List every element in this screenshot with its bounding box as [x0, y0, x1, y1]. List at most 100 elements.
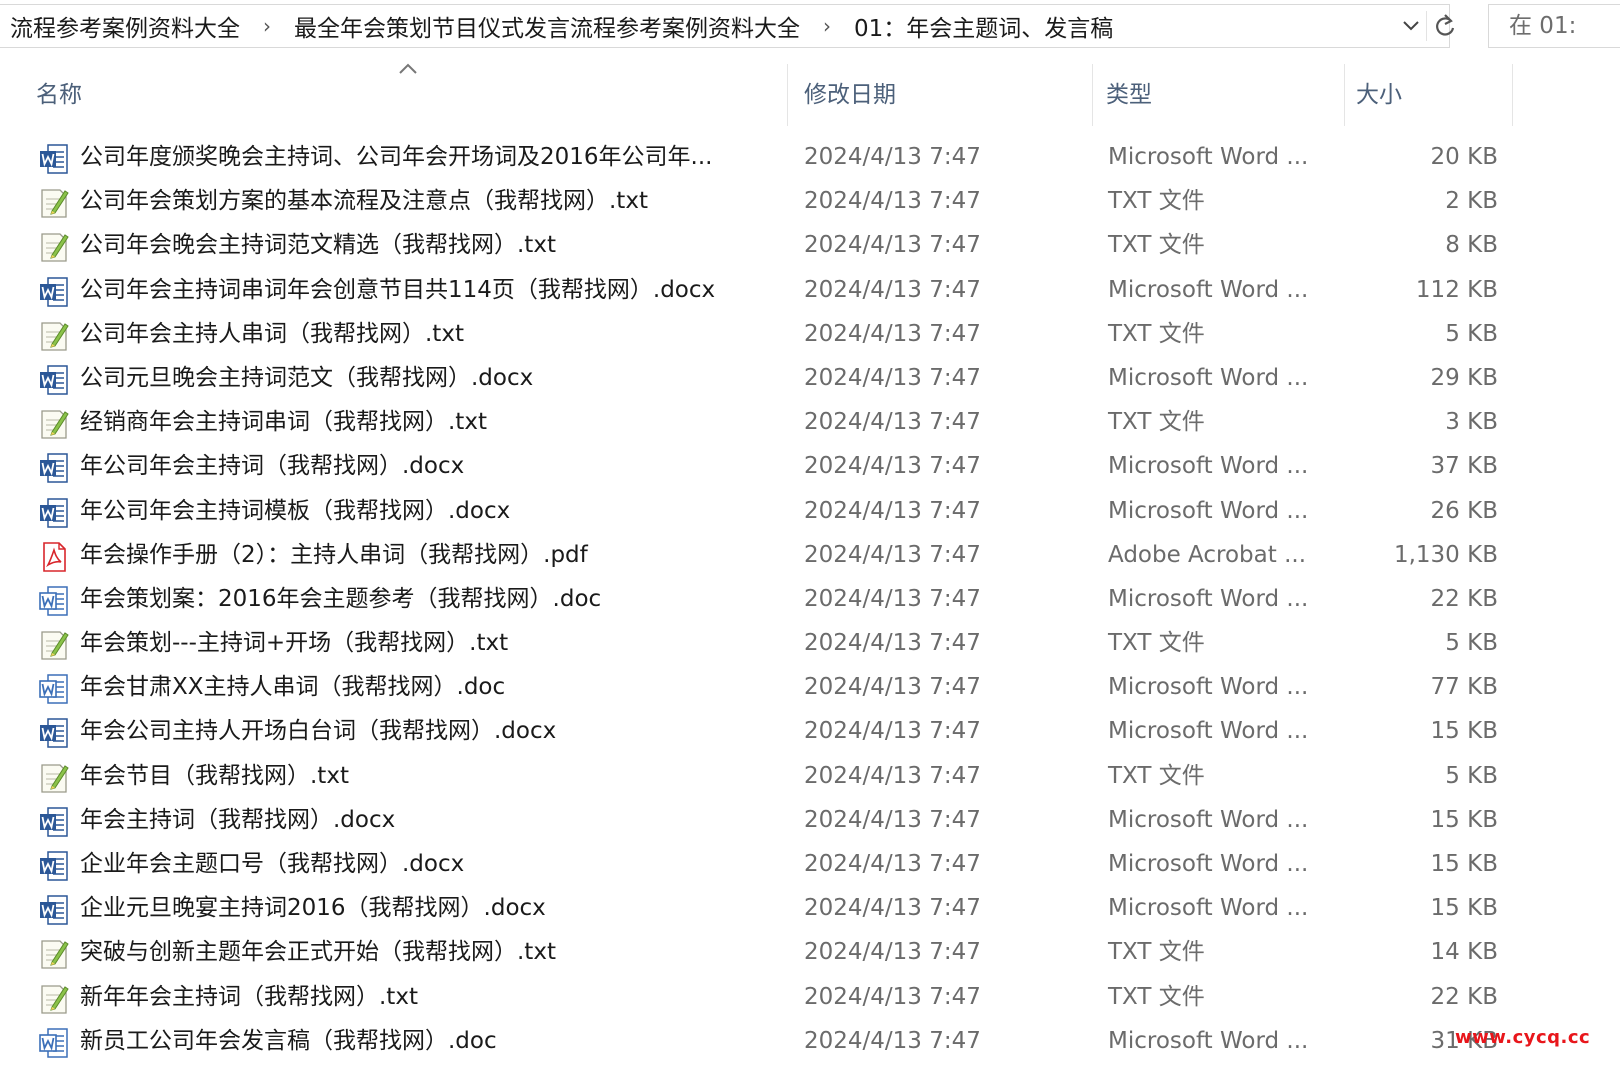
file-row[interactable]: 突破与创新主题年会正式开始（我帮找网）.txt 2024/4/13 7:47 TXT…	[0, 930, 1620, 974]
column-divider[interactable]	[1092, 64, 1093, 126]
text-file-icon	[38, 320, 70, 352]
file-row[interactable]: 企业年会主题口号（我帮找网）.docx 2024/4/13 7:47 Microso…	[0, 842, 1620, 886]
file-name[interactable]: 年会策划案：2016年会主题参考（我帮找网）.doc	[80, 577, 770, 621]
word-document-icon	[38, 850, 70, 882]
file-name[interactable]: 公司年会主持人串词（我帮找网）.txt	[80, 312, 770, 356]
file-row[interactable]: 公司元旦晚会主持词范文（我帮找网）.docx 2024/4/13 7:47 Micr…	[0, 356, 1620, 400]
column-divider[interactable]	[787, 64, 788, 126]
file-name[interactable]: 企业元旦晚宴主持词2016（我帮找网）.docx	[80, 886, 770, 930]
file-row[interactable]: 年会节目（我帮找网）.txt 2024/4/13 7:47 TXT 文件 5 KB	[0, 754, 1620, 798]
breadcrumb-item[interactable]: 流程参考案例资料大全	[6, 9, 244, 43]
file-modified-date: 2024/4/13 7:47	[804, 718, 981, 745]
breadcrumb: 流程参考案例资料大全 › 最全年会策划节目仪式发言流程参考案例资料大全 › 01…	[6, 5, 1117, 47]
column-divider[interactable]	[1512, 64, 1513, 126]
address-bar[interactable]: 流程参考案例资料大全 › 最全年会策划节目仪式发言流程参考案例资料大全 › 01…	[0, 4, 1455, 48]
file-modified-date: 2024/4/13 7:47	[804, 762, 981, 789]
breadcrumb-item[interactable]: 最全年会策划节目仪式发言流程参考案例资料大全	[290, 9, 804, 43]
file-row[interactable]: 企业元旦晚宴主持词2016（我帮找网）.docx 2024/4/13 7:47 Mi…	[0, 886, 1620, 930]
file-type: Microsoft Word ...	[1108, 851, 1309, 877]
chevron-right-icon[interactable]: ›	[804, 14, 850, 38]
file-name[interactable]: 新年年会主持词（我帮找网）.txt	[80, 975, 770, 1019]
file-type: TXT 文件	[1108, 762, 1205, 789]
file-row[interactable]: 公司年会晚会主持词范文精选（我帮找网）.txt 2024/4/13 7:47 TXT…	[0, 223, 1620, 267]
file-row[interactable]: 新员工公司年会发言稿（我帮找网）.doc 2024/4/13 7:47 Micros…	[0, 1019, 1620, 1063]
pdf-file-icon	[38, 541, 70, 573]
file-row[interactable]: 年会操作手册（2）：主持人串词（我帮找网）.pdf 2024/4/13 7:47 A…	[0, 533, 1620, 577]
file-name[interactable]: 年会节目（我帮找网）.txt	[80, 754, 770, 798]
file-name[interactable]: 公司元旦晚会主持词范文（我帮找网）.docx	[80, 356, 770, 400]
refresh-button[interactable]	[1428, 9, 1462, 43]
file-row[interactable]: 经销商年会主持词串词（我帮找网）.txt 2024/4/13 7:47 TXT 文件…	[0, 400, 1620, 444]
file-size: 15 KB	[1430, 851, 1498, 877]
column-header-size[interactable]: 大小	[1356, 64, 1402, 126]
word-document-icon	[38, 894, 70, 926]
file-name[interactable]: 经销商年会主持词串词（我帮找网）.txt	[80, 400, 770, 444]
column-header: 名称 修改日期 类型 大小	[0, 64, 1620, 126]
breadcrumb-item[interactable]: 01：年会主题词、发言稿	[850, 9, 1117, 43]
file-row[interactable]: 年公司年会主持词模板（我帮找网）.docx 2024/4/13 7:47 Micro…	[0, 489, 1620, 533]
text-file-icon	[38, 762, 70, 794]
text-file-icon	[38, 231, 70, 263]
text-file-icon	[38, 938, 70, 970]
file-modified-date: 2024/4/13 7:47	[804, 674, 981, 701]
file-name[interactable]: 公司年会主持词串词年会创意节目共114页（我帮找网）.docx	[80, 268, 770, 312]
word-document-icon	[38, 452, 70, 484]
file-name[interactable]: 公司年会晚会主持词范文精选（我帮找网）.txt	[80, 223, 770, 267]
file-type: TXT 文件	[1108, 320, 1205, 347]
column-header-type[interactable]: 类型	[1106, 64, 1152, 126]
column-header-modified[interactable]: 修改日期	[804, 64, 896, 126]
file-size: 26 KB	[1430, 497, 1498, 524]
text-file-icon	[38, 983, 70, 1015]
file-name[interactable]: 年会主持词（我帮找网）.docx	[80, 798, 770, 842]
file-size: 5 KB	[1445, 320, 1498, 347]
file-type: Microsoft Word ...	[1108, 718, 1309, 745]
address-history-dropdown[interactable]	[1398, 11, 1424, 41]
file-size: 8 KB	[1445, 232, 1498, 259]
file-type: Microsoft Word ...	[1108, 364, 1309, 391]
text-file-icon	[38, 408, 70, 440]
file-row[interactable]: 年公司年会主持词（我帮找网）.docx 2024/4/13 7:47 Microso…	[0, 444, 1620, 488]
file-modified-date: 2024/4/13 7:47	[804, 895, 981, 922]
file-name[interactable]: 年公司年会主持词（我帮找网）.docx	[80, 444, 770, 488]
file-type: TXT 文件	[1108, 630, 1205, 657]
file-modified-date: 2024/4/13 7:47	[804, 276, 981, 303]
column-divider[interactable]	[1344, 64, 1345, 126]
file-row[interactable]: 年会甘肃XX主持人串词（我帮找网）.doc 2024/4/13 7:47 Micro…	[0, 665, 1620, 709]
file-modified-date: 2024/4/13 7:47	[804, 630, 981, 657]
file-row[interactable]: 新年年会主持词（我帮找网）.txt 2024/4/13 7:47 TXT 文件 22 …	[0, 975, 1620, 1019]
file-name[interactable]: 年会甘肃XX主持人串词（我帮找网）.doc	[80, 665, 770, 709]
search-input[interactable]: 在 01:	[1488, 4, 1620, 48]
file-name[interactable]: 新员工公司年会发言稿（我帮找网）.doc	[80, 1019, 770, 1063]
file-name[interactable]: 企业年会主题口号（我帮找网）.docx	[80, 842, 770, 886]
file-size: 112 KB	[1415, 276, 1498, 303]
file-type: TXT 文件	[1108, 409, 1205, 436]
file-name[interactable]: 突破与创新主题年会正式开始（我帮找网）.txt	[80, 930, 770, 974]
file-name[interactable]: 年会公司主持人开场白台词（我帮找网）.docx	[80, 709, 770, 753]
file-modified-date: 2024/4/13 7:47	[804, 320, 981, 347]
text-file-icon	[38, 629, 70, 661]
file-row[interactable]: 公司年会策划方案的基本流程及注意点（我帮找网）.txt 2024/4/13 7:4…	[0, 179, 1620, 223]
chevron-right-icon[interactable]: ›	[244, 14, 290, 38]
file-name[interactable]: 公司年度颁奖晚会主持词、公司年会开场词及2016年公司年...	[80, 135, 770, 179]
file-name[interactable]: 年会策划---主持词+开场（我帮找网）.txt	[80, 621, 770, 665]
file-type: Microsoft Word ...	[1108, 497, 1309, 524]
file-row[interactable]: 年会主持词（我帮找网）.docx 2024/4/13 7:47 Microsoft …	[0, 798, 1620, 842]
file-row[interactable]: 公司年会主持人串词（我帮找网）.txt 2024/4/13 7:47 TXT 文件 5…	[0, 312, 1620, 356]
file-name[interactable]: 年公司年会主持词模板（我帮找网）.docx	[80, 489, 770, 533]
file-row[interactable]: 年会策划案：2016年会主题参考（我帮找网）.doc 2024/4/13 7:47…	[0, 577, 1620, 621]
column-header-name[interactable]: 名称	[36, 64, 82, 126]
file-row[interactable]: 年会公司主持人开场白台词（我帮找网）.docx 2024/4/13 7:47 Mic…	[0, 709, 1620, 753]
file-type: TXT 文件	[1108, 983, 1205, 1010]
file-row[interactable]: 公司年会主持词串词年会创意节目共114页（我帮找网）.docx 2024/4/13…	[0, 268, 1620, 312]
file-modified-date: 2024/4/13 7:47	[804, 983, 981, 1010]
file-size: 22 KB	[1430, 983, 1498, 1010]
file-row[interactable]: 年会策划---主持词+开场（我帮找网）.txt 2024/4/13 7:47 TXT…	[0, 621, 1620, 665]
file-modified-date: 2024/4/13 7:47	[804, 851, 981, 877]
file-row[interactable]: 公司年度颁奖晚会主持词、公司年会开场词及2016年公司年... 2024/4/13…	[0, 135, 1620, 179]
file-name[interactable]: 年会操作手册（2）：主持人串词（我帮找网）.pdf	[80, 533, 770, 577]
file-name[interactable]: 公司年会策划方案的基本流程及注意点（我帮找网）.txt	[80, 179, 770, 223]
file-modified-date: 2024/4/13 7:47	[804, 1027, 981, 1054]
file-size: 1,130 KB	[1393, 541, 1498, 568]
word-document-icon	[38, 673, 70, 705]
file-type: Adobe Acrobat ...	[1108, 541, 1307, 568]
